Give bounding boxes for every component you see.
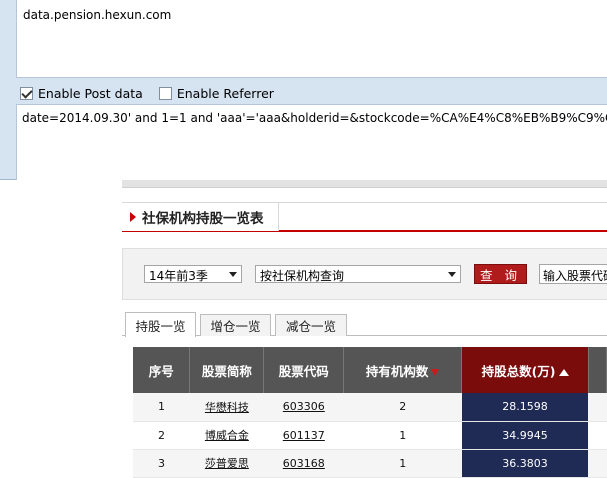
tab-bar: 持股一览 增仓一览 减仓一览 — [122, 312, 607, 337]
chevron-down-icon — [448, 272, 456, 277]
row-index: 2 — [133, 421, 190, 450]
row-institution-count: 1 — [343, 421, 462, 450]
tab-holdings[interactable]: 持股一览 — [125, 312, 196, 337]
triangle-marker-icon — [130, 212, 136, 222]
section-title: 社保机构持股一览表 — [142, 211, 264, 227]
row-institution-count: 2 — [343, 393, 462, 422]
stock-code-link[interactable]: 601137 — [283, 429, 325, 442]
stock-code-input[interactable]: 输入股票代码 — [539, 264, 607, 284]
table-header-row: 序号 股票简称 股票代码 持有机构数 持股总数(万) — [133, 347, 607, 393]
stock-name-link[interactable]: 华懋科技 — [205, 401, 249, 414]
header-stock-name: 股票简称 — [189, 347, 265, 393]
header-total-shares[interactable]: 持股总数(万) — [461, 347, 589, 393]
enable-referrer-label: Enable Referrer — [176, 85, 274, 101]
table-row: 3 莎普爱思 603168 1 36.3803 — [133, 449, 607, 478]
enable-post-checkbox[interactable] — [20, 86, 33, 100]
quarter-select[interactable]: 14年前3季 — [144, 265, 242, 283]
header-overflow — [588, 347, 607, 393]
enable-referrer-checkbox[interactable] — [158, 86, 172, 100]
row-overflow — [588, 449, 607, 478]
header-index: 序号 — [133, 347, 191, 393]
post-data-textarea[interactable]: date=2014.09.30' and 1=1 and 'aaa'='aaa&… — [16, 104, 607, 180]
header-stock-code: 股票代码 — [263, 347, 345, 393]
row-overflow — [588, 393, 607, 422]
tab-decrease[interactable]: 减仓一览 — [275, 314, 347, 336]
query-button[interactable]: 查 询 — [474, 264, 527, 284]
row-stock-code: 603168 — [263, 449, 344, 478]
section-title-tab: 社保机构持股一览表 — [122, 203, 279, 231]
row-institution-count: 1 — [343, 449, 462, 478]
enable-post-option[interactable]: Enable Post data — [20, 86, 143, 101]
chevron-down-icon — [229, 272, 237, 277]
web-page: 社保机构持股一览表 14年前3季 按社保机构查询 查 询 输入股票代码 持股一览… — [0, 180, 607, 478]
row-stock-name: 博威合金 — [189, 421, 264, 450]
enable-post-label: Enable Post data — [38, 85, 143, 101]
row-total-shares: 28.1598 — [461, 393, 589, 422]
hackbar-panel: data.pension.hexun.com Enable Post data … — [0, 0, 607, 180]
row-stock-code: 603306 — [263, 393, 344, 422]
holdings-table: 序号 股票简称 股票代码 持有机构数 持股总数(万) 1 华懋科技 603306… — [133, 347, 607, 478]
url-textarea[interactable]: data.pension.hexun.com — [16, 0, 607, 78]
query-type-select-value: 按社保机构查询 — [260, 269, 345, 283]
header-institution-count[interactable]: 持有机构数 — [343, 347, 463, 393]
stock-name-link[interactable]: 博威合金 — [205, 429, 249, 442]
stock-name-link[interactable]: 莎普爱思 — [205, 457, 249, 470]
table-row: 2 博威合金 601137 1 34.9945 — [133, 421, 607, 450]
stock-code-link[interactable]: 603306 — [283, 400, 325, 413]
enable-referrer-option[interactable]: Enable Referrer — [158, 85, 274, 101]
row-index: 1 — [133, 393, 190, 422]
row-index: 3 — [133, 449, 190, 478]
options-row: Enable Post data Enable Referrer — [20, 85, 290, 101]
row-stock-name: 莎普爱思 — [189, 449, 264, 478]
stock-code-link[interactable]: 603168 — [283, 457, 325, 470]
row-overflow — [588, 421, 607, 450]
query-type-select[interactable]: 按社保机构查询 — [255, 265, 461, 283]
row-stock-code: 601137 — [263, 421, 344, 450]
quarter-select-value: 14年前3季 — [149, 269, 208, 283]
table-row: 1 华懋科技 603306 2 28.1598 — [133, 393, 607, 422]
sort-up-icon[interactable] — [558, 368, 569, 376]
search-area: 14年前3季 按社保机构查询 查 询 输入股票代码 — [122, 248, 607, 300]
sort-down-icon[interactable] — [431, 368, 440, 376]
row-stock-name: 华懋科技 — [189, 393, 264, 422]
tab-increase[interactable]: 增仓一览 — [200, 314, 271, 336]
page-top-bar — [122, 180, 607, 188]
row-total-shares: 36.3803 — [461, 449, 589, 478]
section-title-bar: 社保机构持股一览表 — [122, 202, 607, 232]
row-total-shares: 34.9945 — [461, 421, 589, 450]
